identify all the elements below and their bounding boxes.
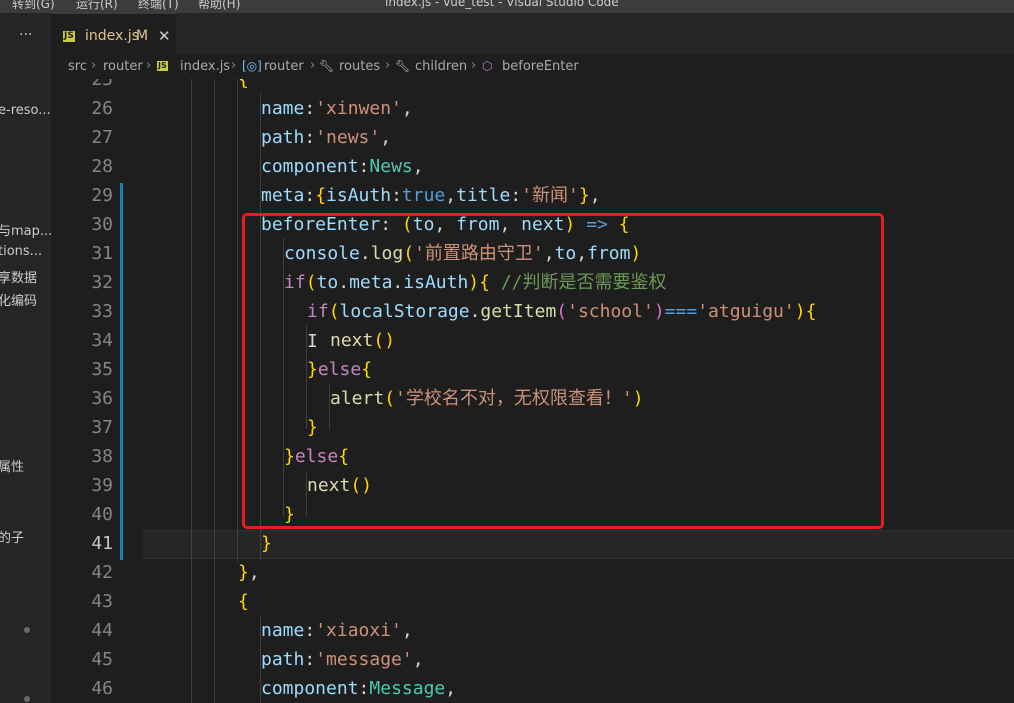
line-number: 25 — [91, 79, 113, 90]
line-number: 26 — [91, 98, 113, 119]
code-text: }, — [238, 562, 260, 583]
line-number: 41 — [91, 533, 113, 554]
code-text: meta:{isAuth:true,title:'新闻'}, — [261, 185, 601, 206]
code-text: path:'news', — [261, 127, 392, 148]
breadcrumb-item[interactable]: routes — [339, 59, 380, 74]
code-line[interactable]: 28 component:News, — [51, 152, 1014, 181]
breadcrumb: src › router › JS index.js › [◎] router … — [51, 55, 1014, 79]
sidebar-item[interactable]: 的子 — [0, 527, 24, 546]
sidebar-item[interactable]: 享数据 — [0, 267, 37, 286]
line-number: 29 — [91, 185, 113, 206]
tab-bar: JS index.js M ✕ — [51, 13, 1014, 55]
code-line[interactable]: 25 { — [51, 79, 1014, 94]
line-number: 42 — [91, 562, 113, 583]
code-text: name:'xinwen', — [261, 98, 413, 119]
line-number: 27 — [91, 127, 113, 148]
breadcrumb-item[interactable]: router — [264, 59, 304, 74]
line-number: 30 — [91, 214, 113, 235]
chevron-right-icon: › — [385, 58, 391, 73]
status-dot-icon — [24, 627, 30, 633]
sidebar-item[interactable]: tions... — [0, 244, 42, 259]
variable-icon: [◎] — [242, 59, 262, 73]
wrench-icon: 🔧︎ — [319, 59, 335, 73]
chevron-right-icon: › — [231, 58, 237, 73]
line-number: 34 — [91, 330, 113, 351]
menu-go[interactable]: 转到(G) — [12, 0, 55, 12]
line-number: 46 — [91, 678, 113, 699]
code-line[interactable]: 41} — [51, 529, 1014, 558]
code-text: name:'xiaoxi', — [261, 620, 413, 641]
chevron-right-icon: › — [471, 58, 477, 73]
breadcrumb-item[interactable]: router — [103, 59, 143, 74]
more-actions-icon[interactable]: ··· — [19, 27, 32, 43]
line-number: 28 — [91, 156, 113, 177]
code-text: } — [261, 533, 272, 554]
menu-terminal[interactable]: 终端(T) — [138, 0, 179, 12]
close-icon[interactable]: ✕ — [158, 27, 171, 45]
tab-index-js[interactable]: JS index.js M ✕ — [51, 13, 176, 55]
code-line[interactable]: 46 component:Message, — [51, 674, 1014, 703]
code-text: component:News, — [261, 156, 424, 177]
line-number: 44 — [91, 620, 113, 641]
code-text: path:'message', — [261, 649, 424, 670]
line-number: 39 — [91, 475, 113, 496]
chevron-right-icon: › — [146, 58, 152, 73]
sidebar-item[interactable]: e-reso... — [0, 103, 51, 118]
sidebar-item[interactable]: 与map... — [0, 220, 51, 239]
menu-run[interactable]: 运行(R) — [76, 0, 118, 12]
sidebar-item[interactable]: 属性 — [0, 456, 24, 475]
chevron-right-icon: › — [91, 58, 97, 73]
chevron-right-icon: › — [310, 58, 316, 73]
javascript-file-icon: JS — [157, 61, 168, 71]
code-line[interactable]: 43 { — [51, 587, 1014, 616]
code-line[interactable]: 29 meta:{isAuth:true,title:'新闻'}, — [51, 181, 1014, 210]
status-dot-icon — [24, 696, 30, 702]
breadcrumb-item[interactable]: beforeEnter — [502, 59, 579, 74]
line-number: 31 — [91, 243, 113, 264]
code-text: component:Message, — [261, 678, 457, 699]
line-number: 37 — [91, 417, 113, 438]
code-line[interactable]: 26 name:'xinwen', — [51, 94, 1014, 123]
line-number: 38 — [91, 446, 113, 467]
modified-badge: M — [136, 28, 149, 44]
sidebar-item[interactable]: 化编码 — [0, 290, 37, 309]
javascript-file-icon: JS — [63, 31, 75, 42]
breadcrumb-item[interactable]: src — [68, 59, 87, 74]
line-number: 32 — [91, 272, 113, 293]
tab-label: index.js — [85, 28, 139, 44]
breadcrumb-item[interactable]: children — [415, 59, 467, 74]
line-number: 40 — [91, 504, 113, 525]
text-cursor-icon: I — [307, 331, 318, 352]
window-title: index.js - vue_test - Visual Studio Code — [385, 0, 619, 9]
explorer-sidebar: ··· e-reso... 与map... tions... 享数据 化编码 属… — [0, 13, 51, 703]
code-text: { — [238, 79, 249, 90]
title-bar: 转到(G) 运行(R) 终端(T) 帮助(H) index.js - vue_t… — [0, 0, 1014, 13]
line-number: 35 — [91, 359, 113, 380]
line-number: 45 — [91, 649, 113, 670]
wrench-icon: 🔧︎ — [395, 59, 411, 73]
line-number: 43 — [91, 591, 113, 612]
breadcrumb-item[interactable]: index.js — [180, 59, 230, 74]
highlight-annotation-box — [242, 213, 884, 529]
code-text: { — [238, 591, 249, 612]
line-number: 33 — [91, 301, 113, 322]
code-line[interactable]: 27 path:'news', — [51, 123, 1014, 152]
code-line[interactable]: 45 path:'message', — [51, 645, 1014, 674]
code-line[interactable]: 44 name:'xiaoxi', — [51, 616, 1014, 645]
menu-help[interactable]: 帮助(H) — [198, 0, 240, 12]
code-line[interactable]: 42}, — [51, 558, 1014, 587]
method-cube-icon: ⬡ — [482, 59, 493, 73]
line-number: 36 — [91, 388, 113, 409]
